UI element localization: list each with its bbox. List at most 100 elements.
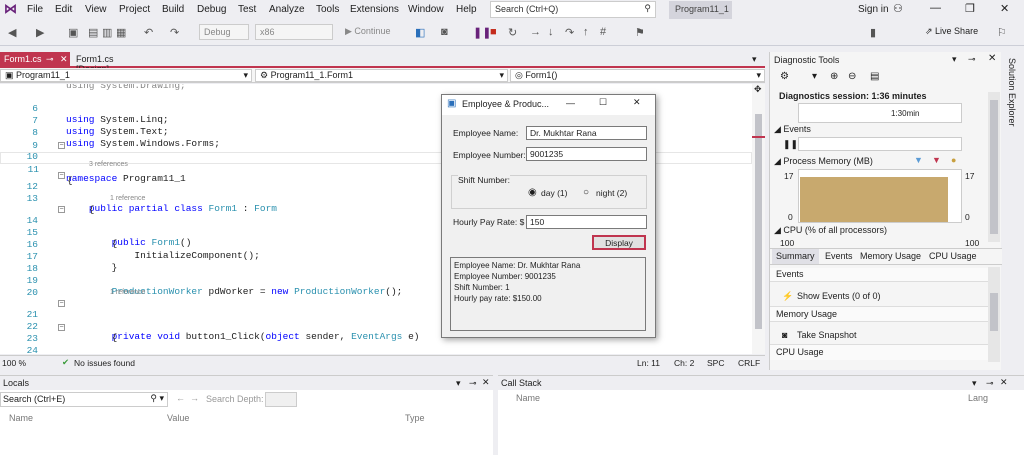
tab-form1-cs[interactable]: Form1.cs ⊸ ✕ <box>0 52 70 67</box>
menu-project[interactable]: Project <box>119 4 150 15</box>
bookmark-dark-icon[interactable]: ▮ <box>870 26 876 39</box>
close-icon[interactable]: ✕ <box>633 97 641 108</box>
reset-view-icon[interactable]: ▤ <box>870 71 879 82</box>
pause-icon[interactable]: ❚❚ <box>783 139 798 150</box>
menu-debug[interactable]: Debug <box>197 4 226 15</box>
memory-graph[interactable] <box>798 169 962 223</box>
step-into-icon[interactable]: ↓ <box>548 26 554 38</box>
step-over-icon[interactable]: ↷ <box>565 26 574 39</box>
tab-memory-usage[interactable]: Memory Usage <box>860 251 921 261</box>
settings-icon[interactable]: ⚙ <box>780 71 789 82</box>
display-button[interactable]: Display <box>592 235 646 250</box>
menu-extensions[interactable]: Extensions <box>350 4 399 15</box>
hourly-rate-field[interactable]: 150 <box>526 215 647 229</box>
references-codelens[interactable]: 3 references <box>89 161 128 168</box>
tab-events[interactable]: Events <box>825 251 853 261</box>
line-ending-indicator[interactable]: CRLF <box>738 358 760 368</box>
show-next-icon[interactable]: → <box>530 26 541 38</box>
menu-help[interactable]: Help <box>456 4 477 15</box>
menu-build[interactable]: Build <box>162 4 184 15</box>
dropdown-icon[interactable]: ▾ <box>456 378 461 389</box>
events-track[interactable] <box>798 137 962 151</box>
output-listbox[interactable]: Employee Name: Dr. Mukhtar Rana Employee… <box>450 257 646 331</box>
issues-status[interactable]: No issues found <box>74 358 135 368</box>
platform-select[interactable]: x86 <box>255 24 333 40</box>
zoom-out-icon[interactable]: ⊖ <box>848 71 856 82</box>
feedback-icon[interactable]: ⚐ <box>997 26 1007 39</box>
close-icon[interactable]: ✕ <box>60 54 68 65</box>
search-input[interactable]: Search (Ctrl+Q) ⚲ <box>490 1 656 18</box>
sign-in-link[interactable]: Sign in <box>858 4 889 15</box>
tab-form1-design[interactable]: Form1.cs [Design] <box>72 52 152 74</box>
close-icon[interactable]: ✕ <box>1000 2 1009 15</box>
restore-icon[interactable]: ❐ <box>965 2 975 15</box>
live-share-button[interactable]: ⇗ Live Share <box>925 26 978 37</box>
memory-section-title[interactable]: ◢ Process Memory (MB) <box>774 156 873 167</box>
menu-view[interactable]: View <box>85 4 107 15</box>
step-out-icon[interactable]: ↑ <box>583 26 589 38</box>
undo-icon[interactable]: ↶ <box>144 26 153 39</box>
minimize-icon[interactable]: — <box>930 2 941 14</box>
minimize-icon[interactable]: — <box>566 98 575 108</box>
take-snapshot-button[interactable]: Take Snapshot <box>797 330 857 340</box>
scroll-thumb[interactable] <box>990 100 998 234</box>
select-tools-icon[interactable]: ▾ <box>812 71 817 82</box>
references-codelens[interactable]: 1 reference <box>110 195 145 202</box>
config-select[interactable]: Debug <box>199 24 249 40</box>
column-header-type[interactable]: Type <box>405 413 425 423</box>
close-icon[interactable]: ✕ <box>988 53 996 64</box>
scroll-thumb[interactable] <box>990 293 998 331</box>
timeline-ruler[interactable]: 1:30min <box>798 103 962 123</box>
vs-logo-icon[interactable]: ⋈ <box>4 2 18 16</box>
employee-name-field[interactable]: Dr. Mukhtar Rana <box>526 126 647 140</box>
save-icon[interactable]: ▥ <box>102 26 112 39</box>
project-combo[interactable]: ▣ Program11_1 ▾ <box>0 69 252 82</box>
menu-edit[interactable]: Edit <box>55 4 72 15</box>
close-icon[interactable]: ✕ <box>482 377 490 388</box>
forward-icon[interactable]: → <box>190 393 199 403</box>
menu-analyze[interactable]: Analyze <box>269 4 305 15</box>
restart-icon[interactable]: ↻ <box>508 26 517 39</box>
tab-cpu-usage[interactable]: CPU Usage <box>929 251 977 261</box>
dropdown-icon[interactable]: ▾ <box>972 378 977 389</box>
continue-button[interactable]: ▶ Continue <box>345 26 390 37</box>
diag-top-scrollbar[interactable] <box>988 92 1000 242</box>
pin-icon[interactable]: ⊸ <box>469 378 477 389</box>
back-icon[interactable]: ← <box>176 393 185 403</box>
back-icon[interactable]: ◀ <box>8 26 16 39</box>
redo-icon[interactable]: ↷ <box>170 26 179 39</box>
employee-number-field[interactable]: 9001235 <box>526 147 647 161</box>
menu-file[interactable]: File <box>27 4 43 15</box>
column-header-name[interactable]: Name <box>9 413 33 423</box>
pin-icon[interactable]: ⊸ <box>986 378 994 389</box>
cpu-section-title[interactable]: ◢ CPU (% of all processors) <box>774 225 887 236</box>
class-combo[interactable]: ⚙ Program11_1.Form1 ▾ <box>255 69 508 82</box>
save-all-icon[interactable]: ▦ <box>116 26 126 39</box>
column-header-lang[interactable]: Lang <box>968 393 988 403</box>
locals-search-input[interactable]: Search (Ctrl+E) ⚲ ▾ <box>0 392 168 407</box>
pin-icon[interactable]: ⊸ <box>968 54 976 65</box>
maximize-icon[interactable]: ☐ <box>599 97 607 108</box>
scroll-thumb[interactable] <box>755 114 762 329</box>
fold-toggle[interactable]: − <box>58 172 65 179</box>
column-header-value[interactable]: Value <box>167 413 189 423</box>
day-radio[interactable]: ◉ <box>528 187 537 198</box>
camera-icon[interactable]: ◙ <box>441 26 448 38</box>
events-section-title[interactable]: ◢ Events <box>774 124 811 135</box>
dialog-titlebar[interactable]: ▣ Employee & Produc... — ☐ ✕ <box>442 95 655 115</box>
show-events-link[interactable]: Show Events (0 of 0) <box>797 291 881 301</box>
forward-icon[interactable]: ▶ <box>36 26 44 39</box>
hex-icon[interactable]: # <box>600 26 606 38</box>
spacing-indicator[interactable]: SPC <box>707 358 724 368</box>
menu-test[interactable]: Test <box>238 4 256 15</box>
night-radio-label[interactable]: night (2) <box>596 188 627 198</box>
references-codelens[interactable]: 1 reference <box>110 289 145 296</box>
app-icon[interactable]: ◧ <box>415 26 425 39</box>
tab-summary[interactable]: Summary <box>772 249 819 264</box>
fold-toggle[interactable]: − <box>58 300 65 307</box>
open-icon[interactable]: ▤ <box>88 26 98 39</box>
member-combo[interactable]: ◎ Form1() ▾ <box>510 69 765 82</box>
column-header-name[interactable]: Name <box>516 393 540 403</box>
tab-list-icon[interactable]: ▾ <box>752 54 757 65</box>
split-icon[interactable]: ✥ <box>754 84 762 95</box>
